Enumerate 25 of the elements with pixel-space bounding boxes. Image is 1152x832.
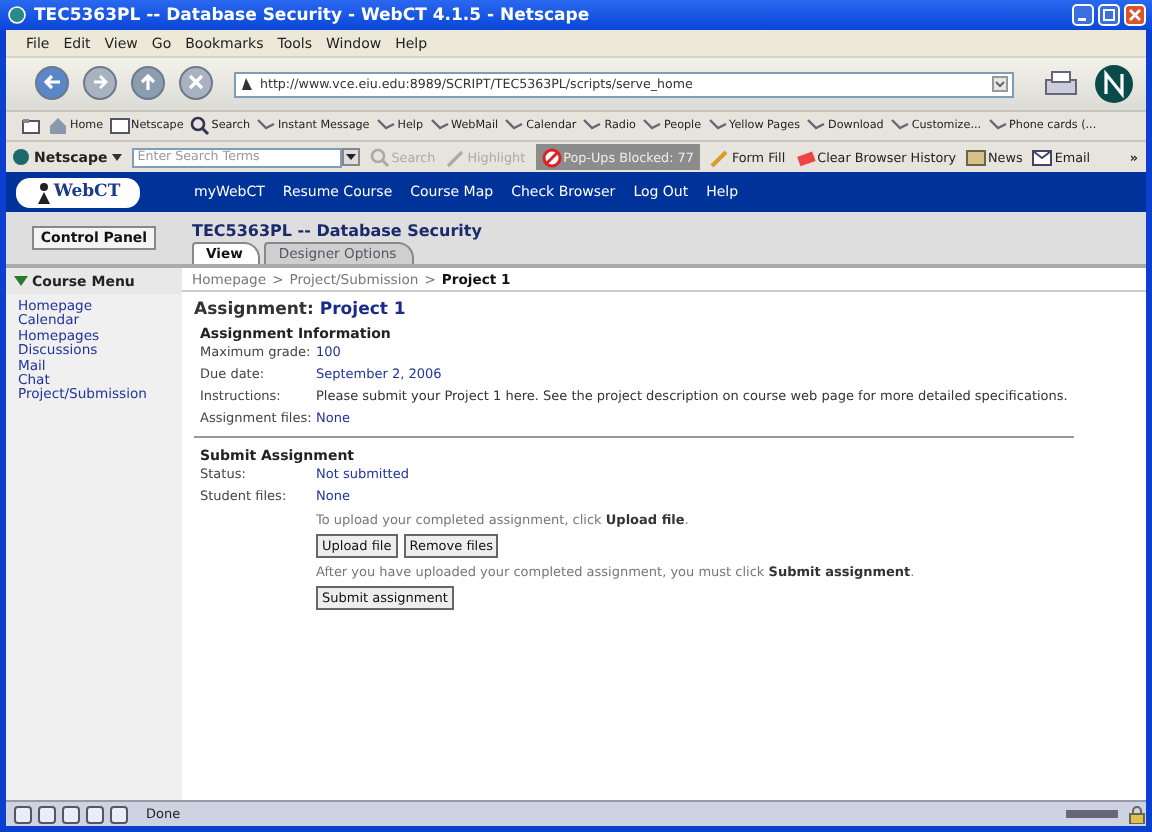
maximize-icon[interactable] (1098, 4, 1120, 26)
triangle-down-icon[interactable] (14, 274, 28, 288)
app-icon (8, 6, 26, 24)
window-title: TEC5363PL -- Database Security - WebCT 4.1.5 - Netscape (34, 5, 592, 25)
course-title: TEC5363PL -- Database Security (192, 222, 484, 240)
tabs-icon (22, 118, 42, 134)
heading-label: Assignment: (194, 300, 314, 320)
close-icon[interactable] (1124, 4, 1146, 26)
lock-icon (1128, 805, 1146, 823)
dropdown-icon (992, 76, 1008, 92)
forward-icon[interactable] (82, 66, 118, 102)
globe-icon (12, 148, 30, 166)
search-icon (369, 147, 390, 167)
search-icon (189, 116, 210, 136)
caret-icon (111, 153, 122, 161)
minimize-icon[interactable] (1072, 4, 1094, 26)
blocked-icon (541, 147, 562, 167)
stop-icon[interactable] (178, 66, 214, 102)
house-icon (48, 116, 68, 136)
assignment-name: Project 1 (319, 300, 406, 320)
figure-icon (35, 181, 52, 203)
webct-logo[interactable]: WebCT (16, 177, 140, 207)
back-icon[interactable] (34, 66, 70, 102)
printer-icon (1042, 68, 1082, 100)
dropdown-icon (341, 148, 360, 166)
